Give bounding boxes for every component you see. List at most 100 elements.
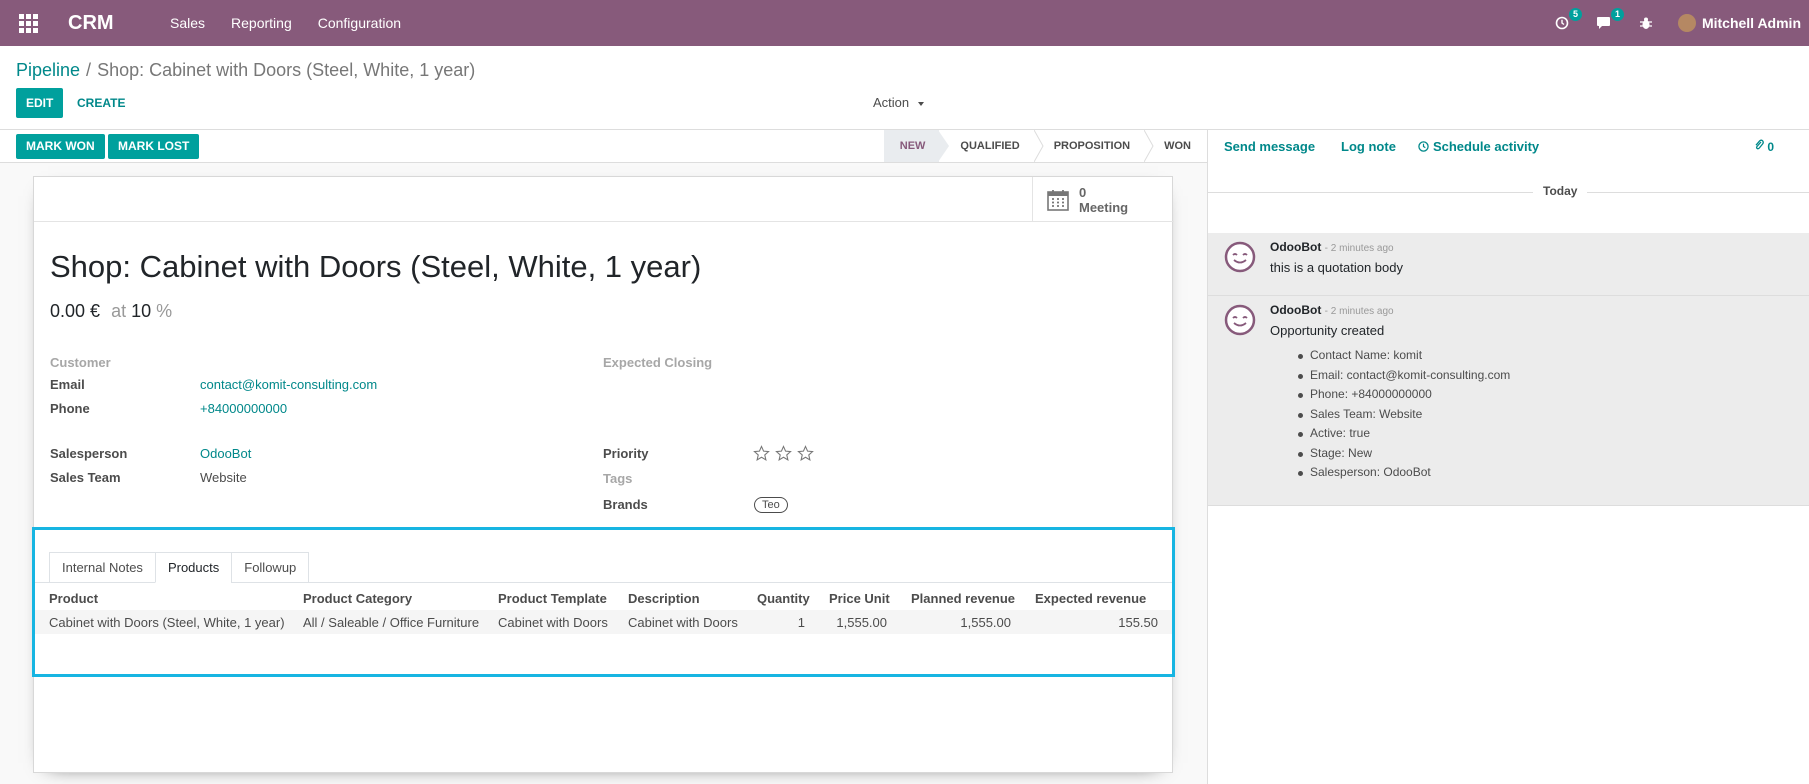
price-unit-cell: 1,555.00 [815,610,897,634]
tab-products[interactable]: Products [154,552,232,583]
table-header-row: Product Product Category Product Templat… [35,586,1172,610]
opportunity-title[interactable]: Shop: Cabinet with Doors (Steel, White, … [50,249,701,285]
column-header[interactable]: Quantity [743,586,815,610]
schedule-activity-button[interactable]: Schedule activity [1418,139,1539,154]
stage-arrow-icon [1144,130,1154,162]
probability[interactable]: 10 [131,301,151,321]
message-author: OdooBot - 2 minutes ago [1270,240,1394,254]
systray: 5 1 Mitchell Admin [1552,0,1809,46]
chatter-message: OdooBot - 2 minutes ago Opportunity crea… [1208,296,1809,506]
app-name[interactable]: CRM [68,12,164,35]
clock-icon [1418,141,1429,152]
stage-arrow-icon [1033,130,1044,162]
calendar-icon [1047,189,1069,211]
tracking-values-list: Contact Name: komit Email: contact@komit… [1297,348,1510,485]
date-separator: Today [1208,184,1809,198]
message-body: Opportunity created [1270,323,1385,338]
paperclip-icon [1755,139,1764,150]
debug-bug-icon[interactable] [1636,13,1656,33]
edit-button[interactable]: EDIT [16,88,64,118]
odoobot-avatar-icon[interactable] [1224,304,1256,336]
meeting-label: Meeting [1079,199,1129,215]
form-sheet: 0 Meeting Shop: Cabinet with Doors (Stee… [32,176,1175,773]
column-header[interactable]: Product Template [484,586,614,610]
breadcrumb-pipeline-link[interactable]: Pipeline [16,60,80,80]
brand-tag[interactable]: Teo [754,497,788,513]
action-dropdown[interactable]: Action [873,95,924,110]
stage-qualified[interactable]: QUALIFIED [950,130,1033,162]
column-header[interactable]: Price Unit [815,586,897,610]
stage-arrow-icon [938,130,950,162]
column-header[interactable]: Product [35,586,289,610]
create-button[interactable]: CREATE [77,96,125,110]
menu-item-sales[interactable]: Sales [170,15,205,31]
messages-icon[interactable]: 1 [1594,8,1624,33]
avatar [1677,14,1696,32]
email-field[interactable]: contact@komit-consulting.com [200,377,377,392]
star-icon[interactable] [775,445,792,462]
mark-lost-button[interactable]: MARK LOST [108,134,200,159]
message-author: OdooBot - 2 minutes ago [1270,303,1394,317]
statusbar: MARK WON MARK LOST NEW QUALIFIED PROPOSI… [0,130,1207,163]
priority-label: Priority [603,446,649,461]
list-item: Salesperson: OdooBot [1297,465,1510,485]
column-header[interactable]: Planned revenue [897,586,1021,610]
message-date: - 2 minutes ago [1324,243,1394,254]
tags-label: Tags [603,471,633,486]
sales-team-field[interactable]: Website [200,470,247,485]
chatter-message: OdooBot - 2 minutes ago this is a quotat… [1208,233,1809,296]
meeting-stat-button[interactable]: 0 Meeting [1032,177,1174,222]
stage-new[interactable]: NEW [883,130,940,162]
author-name[interactable]: OdooBot [1270,240,1321,254]
expected-revenue-line: 0.00 € at 10 % [50,301,172,322]
menu-item-configuration[interactable]: Configuration [318,15,401,31]
expected-revenue-cell: 155.50 [1021,610,1172,634]
control-panel: Pipeline / Shop: Cabinet with Doors (Steel… [0,46,1809,130]
list-item: Contact Name: komit [1297,348,1510,368]
list-item: Phone: +84000000000 [1297,387,1510,407]
column-header[interactable]: Description [614,586,743,610]
activity-icon[interactable]: 5 [1552,8,1582,33]
column-header[interactable]: Expected revenue [1021,586,1172,610]
phone-field[interactable]: +84000000000 [200,401,287,416]
button-box: 0 Meeting [34,177,1174,222]
percent-sign: % [156,301,173,321]
email-label: Email [50,377,85,392]
star-icon[interactable] [797,445,814,462]
mark-won-button[interactable]: MARK WON [16,134,105,159]
send-message-button[interactable]: Send message [1224,139,1315,154]
tab-internal-notes[interactable]: Internal Notes [49,552,155,583]
chatter-topbar: Send message Log note Schedule activity … [1208,130,1809,163]
user-name: Mitchell Admin [1701,15,1801,31]
stage-won[interactable]: WON [1154,130,1207,162]
messages-count-badge: 1 [1610,8,1624,21]
user-menu[interactable]: Mitchell Admin [1677,14,1801,32]
brands-label: Brands [603,497,648,512]
star-icon[interactable] [753,445,770,462]
expected-revenue[interactable]: 0.00 € [50,301,100,321]
author-name[interactable]: OdooBot [1270,303,1321,317]
sales-team-label: Sales Team [50,470,121,485]
at-label: at [111,301,127,321]
salesperson-field[interactable]: OdooBot [200,446,251,461]
phone-label: Phone [50,401,90,416]
odoobot-avatar-icon[interactable] [1224,241,1256,273]
column-header[interactable]: Product Category [289,586,484,610]
breadcrumb-separator: / [86,60,92,80]
priority-stars [753,445,814,462]
attachments-button[interactable]: 0 [1754,139,1774,154]
menu-item-reporting[interactable]: Reporting [231,15,292,31]
breadcrumb-current: Shop: Cabinet with Doors (Steel, White, … [97,60,476,80]
product-template-cell: Cabinet with Doors [484,610,614,634]
product-cell: Cabinet with Doors (Steel, White, 1 year… [35,610,289,634]
meeting-count: 0 [1079,184,1087,200]
apps-menu-icon[interactable] [16,11,40,35]
attachments-count: 0 [1767,140,1774,154]
log-note-button[interactable]: Log note [1341,139,1396,154]
notebook-tabs: Internal Notes Products Followup [49,552,310,583]
list-item: Email: contact@komit-consulting.com [1297,368,1510,388]
tab-followup[interactable]: Followup [231,552,310,583]
stage-proposition[interactable]: PROPOSITION [1044,130,1144,162]
meeting-stat: 0 Meeting [1079,185,1128,215]
table-row[interactable]: Cabinet with Doors (Steel, White, 1 year… [35,610,1172,634]
